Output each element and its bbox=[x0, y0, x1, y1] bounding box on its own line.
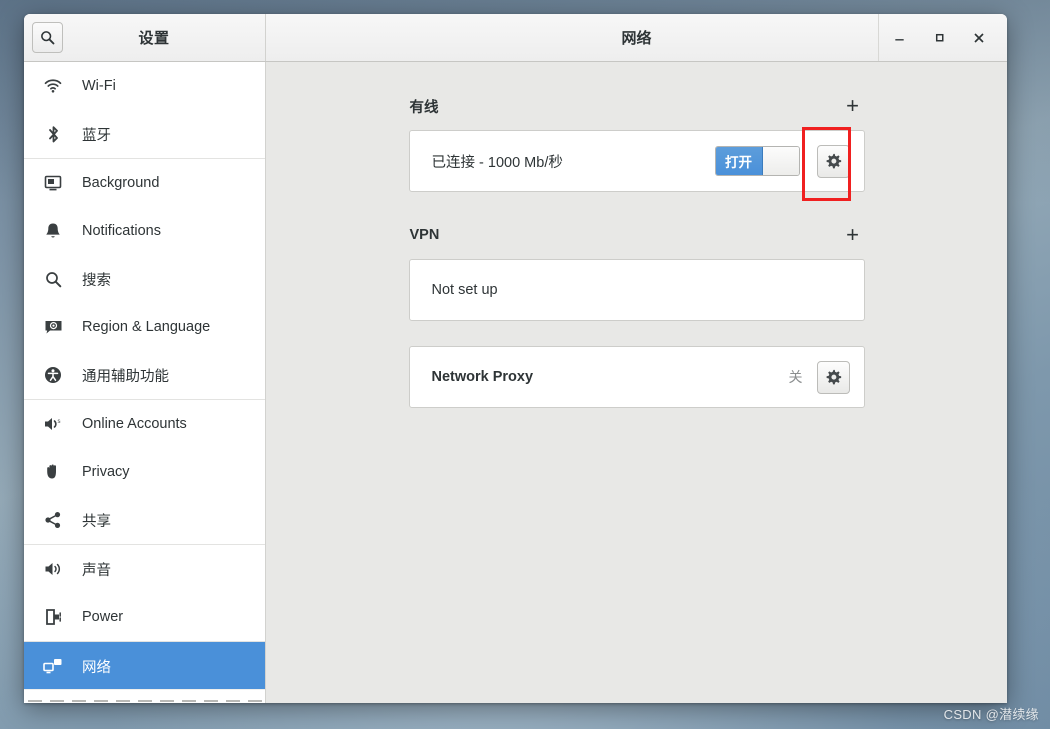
vpn-section-header: VPN + bbox=[409, 224, 865, 246]
sidebar-item-region-language[interactable]: Region & Language bbox=[24, 303, 265, 351]
titlebar-main-section: 网络 bbox=[266, 14, 1007, 61]
wired-toggle-knob bbox=[762, 147, 799, 175]
content-inner: 有线 + 已连接 - 1000 Mb/秒 打开 VPN + Not set up… bbox=[408, 62, 865, 408]
wired-section-header: 有线 + bbox=[409, 95, 865, 117]
close-icon bbox=[974, 32, 984, 43]
window-controls bbox=[878, 14, 1007, 61]
proxy-gear-button[interactable] bbox=[816, 360, 850, 394]
sidebar-item-notifications[interactable]: Notifications bbox=[24, 207, 265, 255]
wired-title: 有线 bbox=[409, 99, 439, 116]
proxy-label: Network Proxy bbox=[431, 369, 534, 385]
sidebar-item-label: Privacy bbox=[82, 464, 130, 480]
sidebar: Wi-Fi 蓝牙 Background Notifications 搜索 Reg… bbox=[24, 62, 266, 703]
sidebar-item-search[interactable]: 搜索 bbox=[24, 255, 265, 303]
proxy-value: 关 bbox=[788, 369, 803, 385]
wired-gear-button[interactable] bbox=[816, 144, 850, 178]
minimize-button[interactable] bbox=[879, 15, 919, 61]
search-button[interactable] bbox=[32, 22, 63, 53]
sidebar-item-label: Wi-Fi bbox=[82, 78, 116, 94]
wired-toggle-label: 打开 bbox=[715, 147, 763, 175]
sidebar-item-online-accounts[interactable]: s Online Accounts bbox=[24, 400, 265, 448]
vpn-status: Not set up bbox=[431, 282, 498, 298]
proxy-panel: Network Proxy 关 bbox=[408, 346, 865, 408]
hand-icon bbox=[42, 462, 64, 482]
region-language-icon bbox=[42, 317, 64, 337]
add-vpn-button[interactable]: + bbox=[842, 224, 864, 246]
sidebar-item-label: 通用辅助功能 bbox=[82, 368, 169, 385]
sidebar-item-label: Region & Language bbox=[82, 319, 211, 335]
watermark: CSDN @潜续缘 bbox=[943, 707, 1039, 722]
share-icon bbox=[42, 510, 64, 530]
gear-icon bbox=[826, 153, 841, 168]
search-icon bbox=[42, 269, 64, 289]
vpn-title: VPN bbox=[409, 227, 440, 243]
sidebar-item-label: 网络 bbox=[82, 659, 111, 676]
add-wired-button[interactable]: + bbox=[842, 95, 864, 117]
sidebar-item-bluetooth[interactable]: 蓝牙 bbox=[24, 110, 265, 158]
svg-text:s: s bbox=[58, 419, 61, 425]
wired-row: 已连接 - 1000 Mb/秒 打开 bbox=[410, 131, 864, 191]
wired-toggle[interactable]: 打开 bbox=[714, 146, 800, 176]
wired-status: 已连接 - 1000 Mb/秒 bbox=[431, 154, 563, 171]
maximize-icon bbox=[935, 33, 943, 42]
sidebar-item-accessibility[interactable]: 通用辅助功能 bbox=[24, 351, 265, 399]
sidebar-item-label: 共享 bbox=[82, 513, 111, 530]
network-content: 有线 + 已连接 - 1000 Mb/秒 打开 VPN + Not set up… bbox=[266, 62, 1007, 703]
background-icon bbox=[42, 173, 64, 193]
sidebar-item-label: 搜索 bbox=[82, 272, 111, 289]
sidebar-item-network[interactable]: 网络 bbox=[24, 642, 265, 690]
search-icon bbox=[41, 31, 55, 45]
accessibility-icon bbox=[42, 365, 64, 385]
sidebar-item-label: 蓝牙 bbox=[82, 127, 111, 144]
wifi-icon bbox=[42, 76, 64, 96]
titlebar: 设置 网络 bbox=[24, 14, 1007, 62]
sidebar-item-label: 声音 bbox=[82, 562, 111, 579]
bell-icon bbox=[42, 221, 64, 241]
titlebar-sidebar-section: 设置 bbox=[24, 14, 266, 61]
speaker-icon bbox=[42, 559, 64, 579]
settings-window: 设置 网络 Wi-Fi 蓝牙 Background Notifications … bbox=[24, 14, 1007, 703]
settings-title: 设置 bbox=[138, 30, 170, 47]
sidebar-item-background[interactable]: Background bbox=[24, 159, 265, 207]
sidebar-item-label: Notifications bbox=[82, 223, 161, 239]
sidebar-item-sound[interactable]: 声音 bbox=[24, 545, 265, 593]
online-accounts-icon: s bbox=[42, 414, 64, 434]
network-icon bbox=[42, 656, 64, 676]
vpn-panel: Not set up bbox=[408, 259, 865, 321]
sidebar-item-label: Power bbox=[82, 609, 124, 625]
vpn-row: Not set up bbox=[410, 260, 864, 320]
maximize-button[interactable] bbox=[919, 15, 959, 61]
wired-panel: 已连接 - 1000 Mb/秒 打开 bbox=[408, 130, 865, 192]
sidebar-item-label: Background bbox=[82, 175, 160, 191]
sidebar-item-label: Online Accounts bbox=[82, 416, 187, 432]
bluetooth-icon bbox=[42, 124, 64, 144]
minimize-icon bbox=[894, 39, 904, 41]
proxy-row: Network Proxy 关 bbox=[410, 347, 864, 407]
sidebar-item-privacy[interactable]: Privacy bbox=[24, 448, 265, 496]
window-body: Wi-Fi 蓝牙 Background Notifications 搜索 Reg… bbox=[24, 62, 1007, 703]
sidebar-scroll-indicator bbox=[24, 689, 265, 703]
close-button[interactable] bbox=[959, 15, 999, 61]
sidebar-item-wifi[interactable]: Wi-Fi bbox=[24, 62, 265, 110]
sidebar-item-sharing[interactable]: 共享 bbox=[24, 496, 265, 544]
power-icon bbox=[42, 607, 64, 627]
gear-icon bbox=[826, 369, 841, 384]
sidebar-item-power[interactable]: Power bbox=[24, 593, 265, 641]
